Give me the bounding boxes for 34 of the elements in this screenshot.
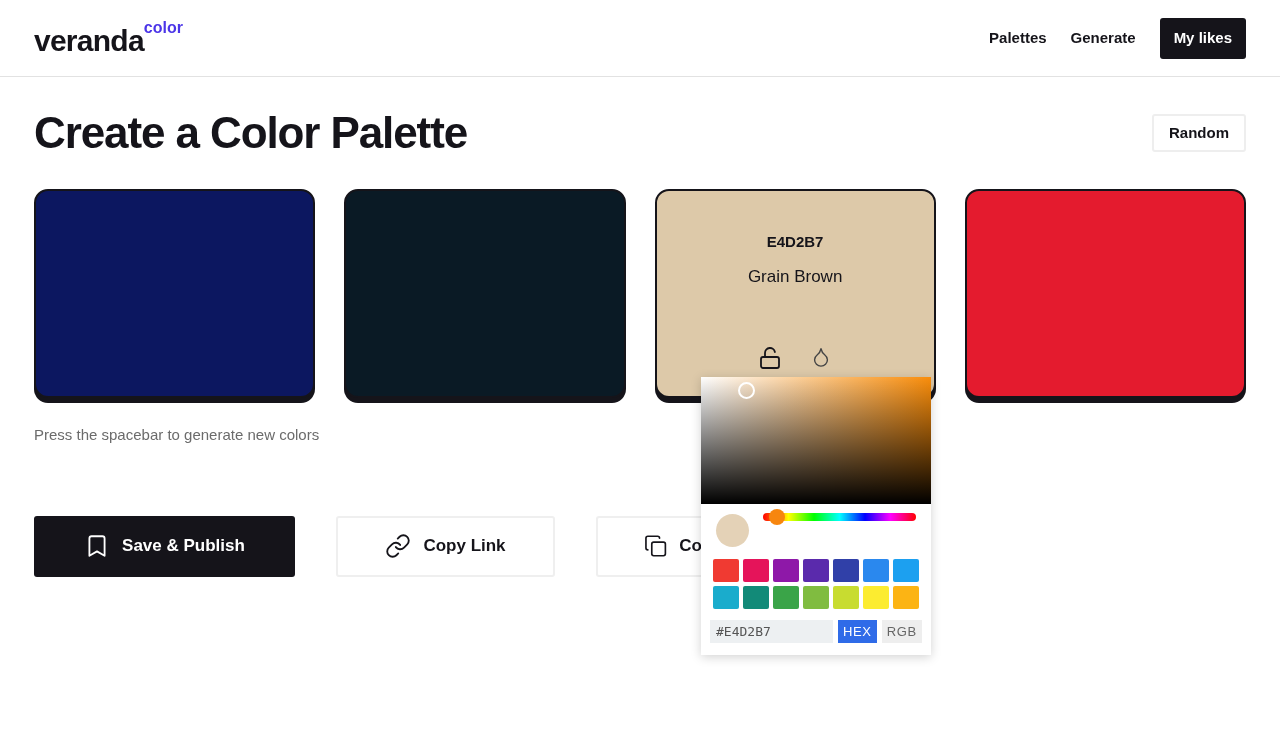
- nav-link[interactable]: Generate: [1070, 26, 1136, 50]
- unlocked-icon[interactable]: [758, 346, 783, 370]
- preset-swatch[interactable]: [893, 586, 919, 609]
- preset-swatch[interactable]: [713, 586, 739, 609]
- hex-code: E4D2B7: [766, 232, 824, 252]
- hex-input[interactable]: #E4D2B7: [710, 620, 833, 643]
- preset-swatch[interactable]: [773, 586, 799, 609]
- hue-handle[interactable]: [768, 509, 785, 525]
- preset-swatch[interactable]: [833, 586, 859, 609]
- random-button[interactable]: Random: [1152, 114, 1246, 152]
- action-button[interactable]: Save & Publish: [34, 515, 295, 577]
- preset-swatch[interactable]: [863, 586, 889, 609]
- copy-icon: [644, 533, 668, 559]
- preset-swatch[interactable]: [713, 559, 739, 582]
- preset-swatch[interactable]: [803, 559, 829, 582]
- saturation-handle[interactable]: [738, 382, 755, 399]
- saturation-area[interactable]: [701, 377, 931, 504]
- preset-swatch[interactable]: [803, 586, 829, 609]
- hint-text: Press the spacebar to generate new colors: [34, 425, 320, 445]
- link-icon: [385, 533, 412, 559]
- preset-swatch[interactable]: [743, 559, 769, 582]
- action-button[interactable]: Copy Link: [336, 515, 555, 577]
- preset-swatch[interactable]: [893, 559, 919, 582]
- page-title: Create a Color Palette: [34, 111, 468, 155]
- mode-tab[interactable]: RGB: [881, 620, 922, 643]
- preset-swatch[interactable]: [863, 559, 889, 582]
- nav-link[interactable]: Palettes: [989, 26, 1047, 50]
- preset-swatch[interactable]: [773, 559, 799, 582]
- color-name: Grain Brown: [747, 265, 843, 288]
- current-color-preview: [716, 514, 749, 547]
- nav-button[interactable]: My likes: [1159, 17, 1246, 59]
- mode-tab[interactable]: HEX: [838, 620, 877, 643]
- preset-swatch[interactable]: [743, 586, 769, 609]
- preset-swatch[interactable]: [833, 559, 859, 582]
